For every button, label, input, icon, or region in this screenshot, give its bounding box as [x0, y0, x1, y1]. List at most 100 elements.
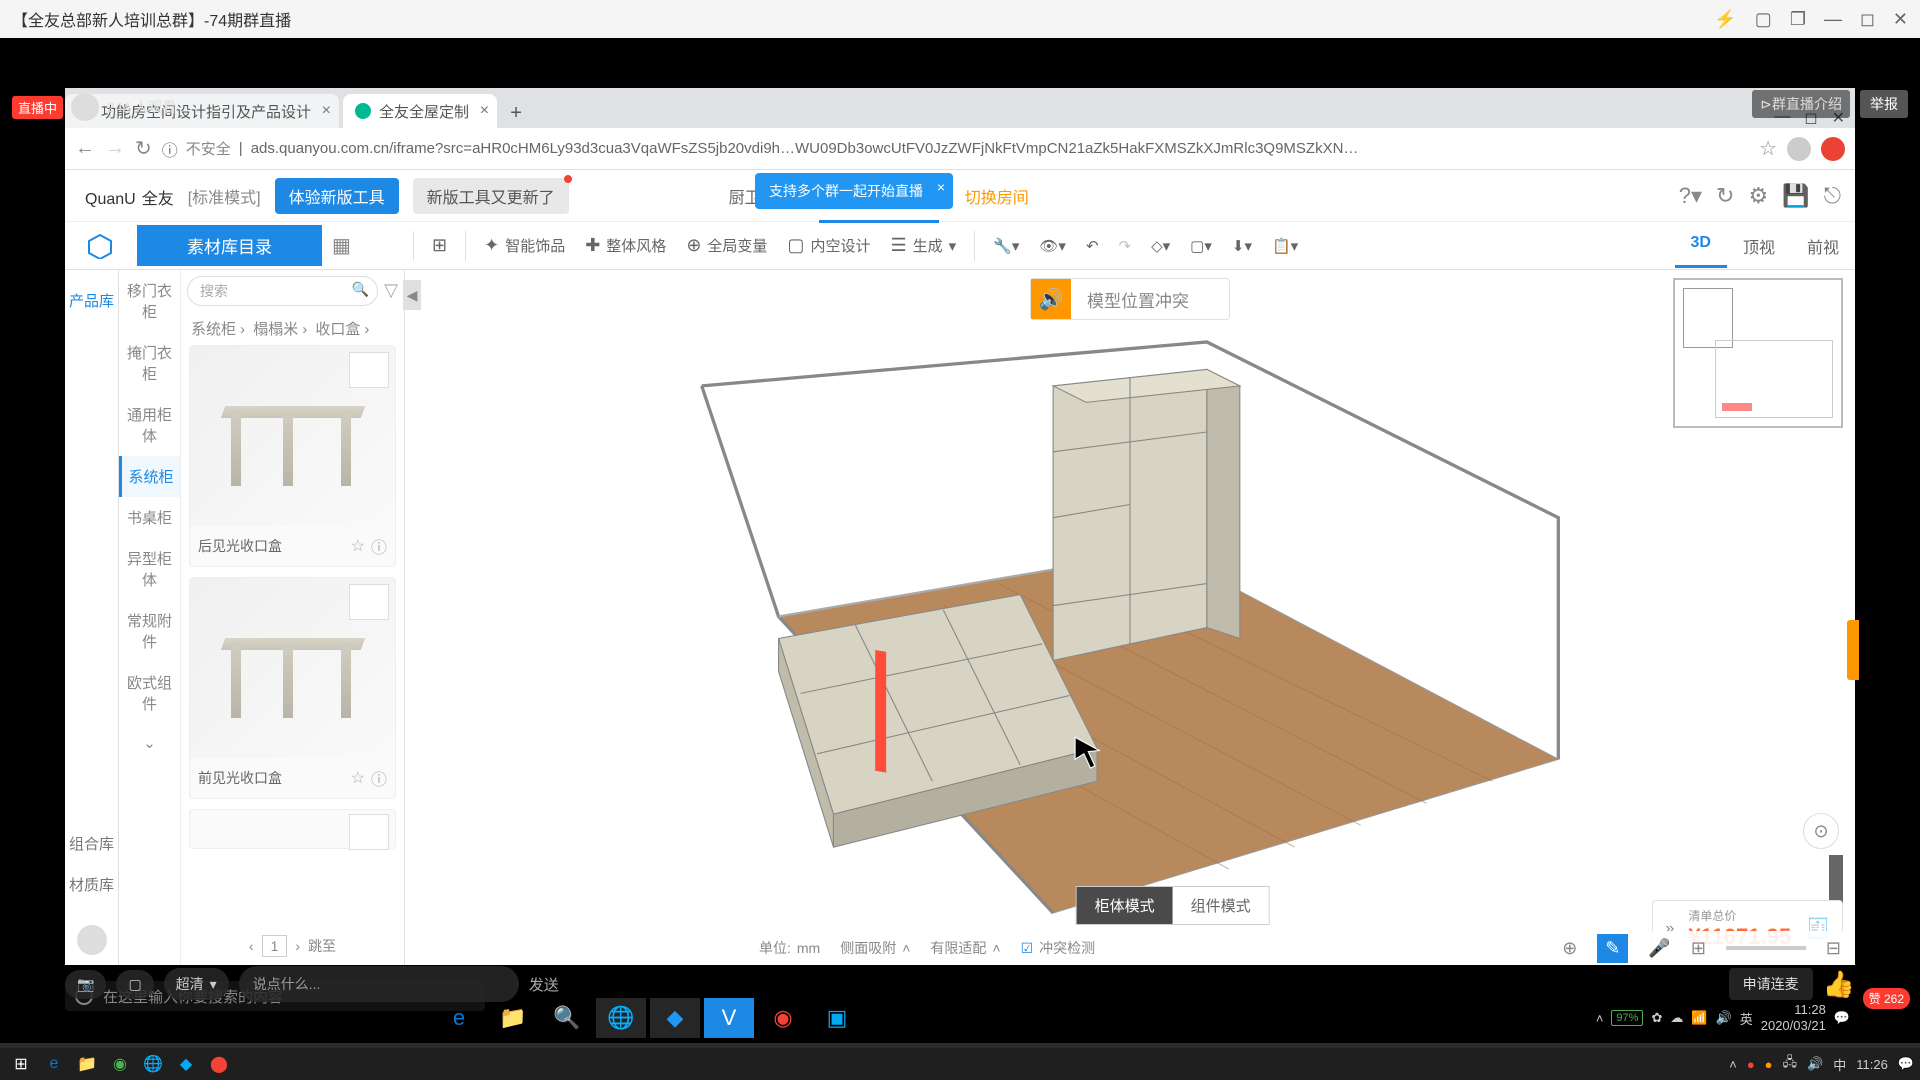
- canvas[interactable]: ◀ 🔊 模型位置冲突: [405, 270, 1855, 965]
- tab-close-icon[interactable]: ×: [480, 102, 489, 120]
- asset-alt-preview[interactable]: [349, 584, 389, 620]
- eye-icon[interactable]: 👁▾: [1029, 237, 1076, 255]
- cat-scroll-down-icon[interactable]: ⌄: [119, 724, 180, 762]
- asset-alt-preview[interactable]: [349, 352, 389, 388]
- connect-mic-button[interactable]: 申请连麦: [1729, 968, 1813, 1000]
- redo-icon[interactable]: ↷: [1109, 237, 1142, 255]
- generate-button[interactable]: ☰生成▾: [880, 235, 966, 256]
- prev-page-button[interactable]: ‹: [249, 938, 254, 954]
- layout-icon[interactable]: ▢: [1755, 9, 1772, 30]
- settings-icon[interactable]: ⚙: [1748, 183, 1768, 209]
- tray-status-icon[interactable]: ●: [1765, 1057, 1773, 1072]
- explorer-icon[interactable]: 📁: [488, 998, 538, 1038]
- streamer-avatar[interactable]: [71, 93, 99, 121]
- compass-icon[interactable]: ⊕: [1562, 938, 1577, 959]
- cat-item[interactable]: 异型柜体: [119, 538, 180, 600]
- empty-design-button[interactable]: ▢内空设计: [777, 235, 880, 256]
- wrench-icon[interactable]: 🔧▾: [983, 237, 1029, 255]
- chrome-icon[interactable]: 🌐: [596, 998, 646, 1038]
- favorite-icon[interactable]: ☆: [351, 768, 365, 788]
- send-button[interactable]: 发送: [529, 974, 559, 995]
- tray-chevron-icon[interactable]: ˄: [1729, 1057, 1737, 1072]
- global-var-button[interactable]: ⊕全局变量: [676, 235, 777, 256]
- battery-icon[interactable]: 97%: [1611, 1010, 1643, 1026]
- zoom-out-icon[interactable]: ⊟: [1826, 938, 1841, 959]
- collapse-sidebar-icon[interactable]: ◀: [403, 280, 421, 310]
- tray-clock[interactable]: 11:26: [1856, 1057, 1888, 1072]
- right-panel-handle[interactable]: [1847, 620, 1859, 680]
- minimize-icon[interactable]: —: [1824, 9, 1842, 30]
- rail-combo[interactable]: 组合库: [65, 823, 118, 864]
- new-tab-button[interactable]: +: [501, 98, 531, 128]
- browser-tab[interactable]: 全友全屋定制 ×: [343, 94, 497, 128]
- start-button[interactable]: ⊞: [6, 1050, 36, 1078]
- tray-app-icon[interactable]: ✿: [1651, 1010, 1662, 1026]
- eraser-icon[interactable]: ◇▾: [1141, 237, 1180, 255]
- breadcrumb[interactable]: 系统柜› 榻榻米› 收口盒›: [181, 312, 404, 345]
- asset-card[interactable]: [189, 809, 396, 849]
- info-icon[interactable]: ⓘ: [371, 534, 387, 558]
- walk-icon[interactable]: ✎: [1597, 934, 1628, 963]
- exit-icon[interactable]: ⎋: [1824, 183, 1841, 209]
- task-view-icon[interactable]: ⊞: [380, 998, 430, 1038]
- tray-volume-icon[interactable]: 🔊: [1807, 1056, 1823, 1072]
- scene-3d[interactable]: [435, 320, 1825, 935]
- app-v-icon[interactable]: V: [704, 998, 754, 1038]
- back-button[interactable]: ←: [75, 137, 95, 160]
- maximize-icon[interactable]: ◻: [1860, 9, 1875, 30]
- grid-icon[interactable]: ⊞: [422, 235, 457, 256]
- zoom-focus-icon[interactable]: ⊙: [1803, 813, 1839, 849]
- app-blue-icon[interactable]: ◆: [650, 998, 700, 1038]
- tab-switch-room[interactable]: 切换房间: [953, 170, 1041, 222]
- collision-toggle[interactable]: ☑冲突检测: [1021, 938, 1096, 958]
- like-button[interactable]: 👍: [1823, 969, 1855, 1000]
- cat-item[interactable]: 掩门衣柜: [119, 332, 180, 394]
- app-cyan-icon[interactable]: ▣: [812, 998, 862, 1038]
- overlay-icon[interactable]: ⚡: [1714, 9, 1736, 30]
- undo-icon[interactable]: ↶: [1076, 237, 1109, 255]
- tray-ime-icon[interactable]: 英: [1740, 1009, 1753, 1028]
- copy-icon[interactable]: ▢▾: [1180, 237, 1222, 255]
- rail-material[interactable]: 材质库: [65, 864, 118, 905]
- reload-button[interactable]: ↻: [135, 136, 152, 161]
- tray-notifications-icon[interactable]: 💬: [1834, 1010, 1850, 1026]
- info-icon[interactable]: ⓘ: [371, 766, 387, 790]
- group-intro-button[interactable]: ⊳群直播介绍: [1752, 90, 1850, 118]
- view-3d[interactable]: 3D: [1675, 224, 1727, 268]
- newversion-button[interactable]: 新版工具又更新了: [413, 178, 569, 214]
- experience-button[interactable]: 体验新版工具: [275, 178, 399, 214]
- page-number[interactable]: 1: [262, 935, 288, 957]
- tray-wifi-icon[interactable]: 📶: [1691, 1010, 1707, 1026]
- explorer-icon[interactable]: 📁: [72, 1050, 102, 1078]
- tray-ime-icon[interactable]: 中: [1833, 1055, 1846, 1074]
- user-avatar-icon[interactable]: [77, 925, 107, 955]
- cat-item[interactable]: 书桌柜: [119, 497, 180, 538]
- zoom-slider[interactable]: [1726, 946, 1806, 950]
- restore-icon[interactable]: ❐: [1790, 9, 1806, 30]
- bookmark-icon[interactable]: ☆: [1759, 136, 1777, 161]
- tray-notifications-icon[interactable]: 💬: [1898, 1056, 1914, 1072]
- search-input[interactable]: 搜索 🔍: [187, 276, 378, 306]
- zoom-in-icon[interactable]: ⊞: [1691, 938, 1706, 959]
- material-library-button[interactable]: 素材库目录: [137, 225, 322, 266]
- site-info-icon[interactable]: ⓘ: [162, 137, 178, 161]
- chrome-icon[interactable]: 🌐: [138, 1050, 168, 1078]
- help-icon[interactable]: ?▾: [1679, 183, 1702, 209]
- mode-component[interactable]: 组件模式: [1173, 887, 1269, 924]
- report-button[interactable]: 举报: [1860, 90, 1908, 118]
- url-field[interactable]: ⓘ 不安全 | ads.quanyou.com.cn/iframe?src=aH…: [162, 137, 1749, 161]
- home-hex-icon[interactable]: [87, 233, 113, 259]
- history-icon[interactable]: ↻: [1716, 183, 1734, 209]
- asset-card[interactable]: 后见光收口盒 ☆ ⓘ: [189, 345, 396, 567]
- next-page-button[interactable]: ›: [295, 938, 300, 954]
- filter-icon[interactable]: ▽: [384, 276, 398, 306]
- tooltip-close-icon[interactable]: ×: [937, 179, 945, 195]
- side-snap-toggle[interactable]: 侧面吸附 ˄: [840, 938, 910, 958]
- calculator-icon[interactable]: 🖩: [866, 998, 916, 1038]
- recording-icon[interactable]: ⬤: [204, 1050, 234, 1078]
- minimap[interactable]: [1673, 278, 1843, 428]
- edge-icon[interactable]: e: [434, 998, 484, 1038]
- cat-item[interactable]: 通用柜体: [119, 394, 180, 456]
- search-app-icon[interactable]: 🔍: [542, 998, 592, 1038]
- app-icon[interactable]: ◉: [105, 1050, 135, 1078]
